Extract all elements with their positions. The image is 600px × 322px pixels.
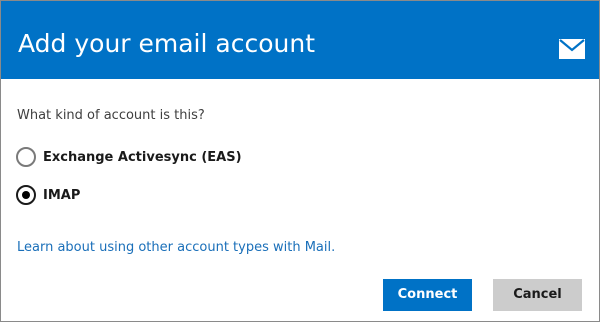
add-email-account-dialog: Add your email account What kind of acco… — [0, 0, 600, 322]
connect-button[interactable]: Connect — [383, 279, 472, 311]
mail-icon — [559, 39, 585, 59]
learn-more-link[interactable]: Learn about using other account types wi… — [17, 240, 335, 255]
account-type-question: What kind of account is this? — [17, 108, 205, 123]
option-label-eas: Exchange Activesync (EAS) — [43, 150, 242, 165]
radio-button-eas[interactable] — [16, 147, 36, 167]
radio-selected-dot — [22, 191, 30, 199]
option-label-imap: IMAP — [43, 188, 81, 203]
radio-button-imap[interactable] — [16, 185, 36, 205]
dialog-title: Add your email account — [18, 29, 315, 58]
cancel-button[interactable]: Cancel — [493, 279, 582, 311]
dialog-header: Add your email account — [1, 1, 599, 79]
